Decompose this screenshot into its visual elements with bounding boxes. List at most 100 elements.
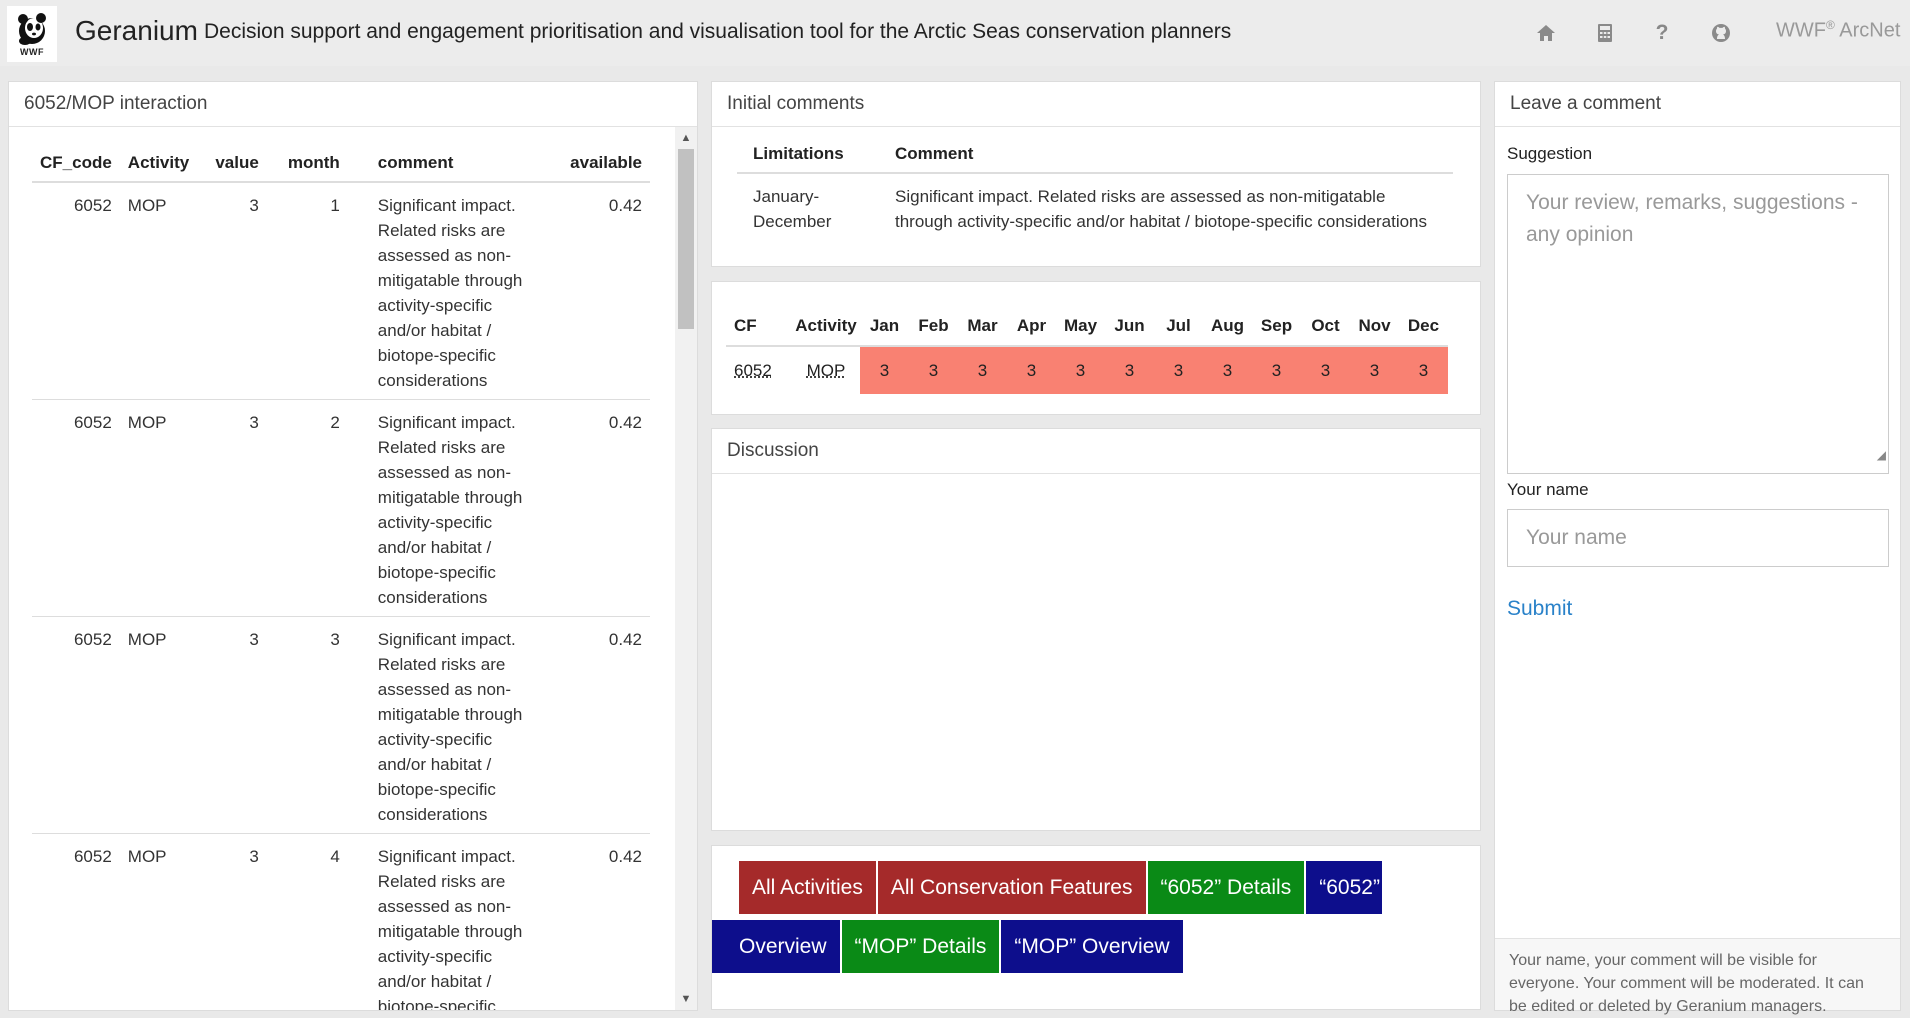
panda-icon: [18, 12, 46, 45]
interaction-scroll-area[interactable]: CF_code Activity value month comment ava…: [9, 127, 697, 1010]
table-header-row: CF_code Activity value month comment ava…: [32, 141, 650, 183]
cell-cf-code: 6052: [32, 182, 120, 400]
month-header: Oct: [1311, 316, 1340, 335]
wwf-logo[interactable]: WWF: [7, 6, 57, 62]
brand-registered: ®: [1825, 18, 1835, 32]
panel-title: Discussion: [712, 429, 1480, 474]
suggestion-label: Suggestion: [1507, 144, 1593, 163]
button-group: All Activities All Conservation Features “…: [712, 861, 1459, 979]
cell-value: 3: [205, 833, 267, 1010]
cell-month: 3: [266, 616, 348, 834]
column-header[interactable]: month: [266, 141, 348, 183]
cf-overview-button-continued[interactable]: Overview: [712, 920, 840, 973]
table-row: 6052 MOP 3 4 Significant impact. Related…: [32, 833, 650, 1010]
month-header: Jul: [1166, 316, 1191, 335]
logo-text: WWF: [20, 46, 44, 57]
month-header: Apr: [1016, 316, 1047, 335]
name-placeholder: Your name: [1526, 526, 1627, 549]
submit-button[interactable]: Submit: [1507, 597, 1572, 621]
month-value-cell: 3: [1154, 346, 1203, 394]
home-icon[interactable]: [1533, 20, 1559, 46]
month-value-cell: 3: [1252, 346, 1301, 394]
table-header-row: CF Activity Jan Feb Mar Apr May Jun Jul …: [726, 306, 1448, 346]
panel-title: Leave a comment: [1495, 82, 1900, 127]
navigation-buttons-panel: All Activities All Conservation Features “…: [711, 845, 1481, 1010]
month-header: Jun: [1114, 316, 1145, 335]
month-header: May: [1063, 316, 1098, 335]
suggestion-placeholder: Your review, remarks, suggestions - any …: [1526, 191, 1858, 246]
column-header: CF: [734, 316, 757, 335]
app-subtitle: Decision support and engagement prioriti…: [204, 20, 1232, 43]
column-header: Comment: [879, 138, 1453, 174]
resize-handle-icon[interactable]: ◢: [1877, 439, 1886, 471]
cell-value: 3: [205, 616, 267, 834]
vertical-scrollbar[interactable]: ▲ ▼: [675, 127, 697, 1010]
cell-value: 3: [205, 399, 267, 617]
cf-code-link[interactable]: 6052: [734, 361, 772, 380]
discussion-panel: Discussion: [711, 428, 1481, 831]
scroll-up-arrow-icon[interactable]: ▲: [679, 131, 693, 145]
column-header[interactable]: available: [535, 141, 650, 183]
cell-comment: Significant impact. Related risks are as…: [347, 833, 536, 1010]
github-icon[interactable]: [1708, 20, 1734, 46]
cell-comment: Significant impact. Related risks are as…: [347, 399, 536, 617]
comment-panel: Leave a comment Suggestion Your review, …: [1494, 81, 1901, 1015]
column-header[interactable]: Activity: [119, 141, 206, 183]
brand-suffix: ArcNet: [1834, 19, 1901, 42]
brand-link[interactable]: WWF® ArcNet: [1776, 18, 1900, 43]
initial-comments-table: Limitations Comment January-December Sig…: [737, 138, 1453, 244]
name-input[interactable]: Your name: [1507, 509, 1889, 567]
table-row: 6052 MOP 3 3 3 3 3 3 3 3 3 3 3 3: [726, 346, 1448, 394]
initial-comments-panel: Initial comments Limitations Comment Jan…: [711, 81, 1481, 267]
cell-month: 4: [266, 833, 348, 1010]
cell-available: 0.42: [535, 616, 650, 834]
cell-activity: MOP: [119, 833, 206, 1010]
monthly-values-table: CF Activity Jan Feb Mar Apr May Jun Jul …: [726, 306, 1448, 394]
help-icon[interactable]: ?: [1649, 20, 1675, 46]
column-header: Limitations: [737, 138, 879, 174]
activity-overview-button[interactable]: “MOP” Overview: [1001, 920, 1183, 973]
cell-cf-code: 6052: [32, 399, 120, 617]
cell-activity: MOP: [119, 616, 206, 834]
cell-limitations: January-December: [753, 187, 832, 231]
scroll-down-arrow-icon[interactable]: ▼: [679, 992, 693, 1006]
cell-cf-code: 6052: [32, 833, 120, 1010]
suggestion-textarea[interactable]: Your review, remarks, suggestions - any …: [1507, 174, 1889, 474]
month-header: Dec: [1407, 316, 1440, 335]
month-header: Feb: [918, 316, 949, 335]
all-activities-button[interactable]: All Activities: [739, 861, 876, 914]
calculator-icon[interactable]: [1592, 20, 1618, 46]
cell-activity: MOP: [119, 399, 206, 617]
name-label: Your name: [1507, 480, 1589, 499]
column-header[interactable]: comment: [347, 141, 536, 183]
month-value-cell: 3: [1399, 346, 1448, 394]
table-row: January-December Significant impact. Rel…: [737, 173, 1453, 244]
activity-details-button[interactable]: “MOP” Details: [841, 920, 1000, 973]
column-header[interactable]: CF_code: [32, 141, 120, 183]
month-value-cell: 3: [1203, 346, 1252, 394]
month-value-cell: 3: [909, 346, 958, 394]
scrollbar-thumb[interactable]: [678, 149, 694, 329]
all-conservation-features-button[interactable]: All Conservation Features: [877, 861, 1146, 914]
cell-available: 0.42: [535, 399, 650, 617]
table-row: 6052 MOP 3 3 Significant impact. Related…: [32, 616, 650, 834]
month-value-cell: 3: [860, 346, 909, 394]
cell-comment: Significant impact. Related risks are as…: [347, 182, 536, 400]
monthly-values-panel: CF Activity Jan Feb Mar Apr May Jun Jul …: [711, 281, 1481, 415]
visibility-disclaimer: Your name, your comment will be visible …: [1495, 938, 1900, 1015]
interaction-table: CF_code Activity value month comment ava…: [32, 141, 650, 1010]
table-header-row: Limitations Comment: [737, 138, 1453, 174]
column-header[interactable]: value: [205, 141, 267, 183]
month-value-cell: 3: [1301, 346, 1350, 394]
activity-link[interactable]: MOP: [807, 361, 846, 380]
cell-available: 0.42: [535, 182, 650, 400]
interaction-panel: 6052/MOP interaction CF_code Activity va…: [8, 81, 698, 1011]
column-header: Activity: [795, 316, 857, 335]
cell-month: 2: [266, 399, 348, 617]
month-header: Mar: [967, 316, 998, 335]
cell-comment: Significant impact. Related risks are as…: [895, 187, 1428, 231]
cf-details-button[interactable]: “6052” Details: [1147, 861, 1305, 914]
app-title[interactable]: Geranium: [75, 15, 198, 47]
cf-overview-button[interactable]: “6052”: [1306, 861, 1382, 914]
month-value-cell: 3: [1007, 346, 1056, 394]
